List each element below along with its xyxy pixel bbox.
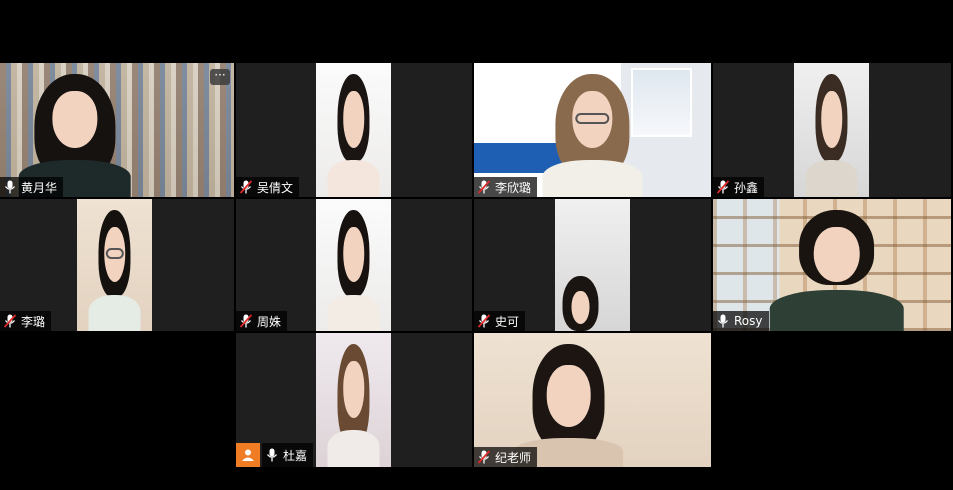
microphone-muted-icon xyxy=(478,450,490,464)
microphone-icon xyxy=(266,448,278,462)
microphone-muted-icon xyxy=(717,180,729,194)
participant-figure xyxy=(88,209,141,331)
participant-tile-9[interactable]: 杜嘉 xyxy=(236,333,472,467)
participant-name: 杜嘉 xyxy=(283,448,308,463)
participant-tile-1[interactable]: ··· 黄月华 xyxy=(0,63,234,197)
participant-figure xyxy=(327,73,380,197)
participant-figure xyxy=(770,209,904,331)
participant-name-tag: 周姝 xyxy=(236,311,288,331)
participant-tile-7[interactable]: 史可 xyxy=(474,199,711,331)
microphone-muted-icon xyxy=(478,314,490,328)
participant-name-tag: 史可 xyxy=(474,311,526,331)
participant-tile-5[interactable]: 李璐 xyxy=(0,199,234,331)
participant-figure xyxy=(327,209,380,331)
participant-video xyxy=(555,199,630,331)
participant-video xyxy=(316,63,391,197)
participant-video xyxy=(77,199,152,331)
participant-name: 吴倩文 xyxy=(257,180,294,195)
participant-tile-6[interactable]: 周姝 xyxy=(236,199,472,331)
microphone-muted-icon xyxy=(4,314,16,328)
participant-name-tag: 杜嘉 xyxy=(262,443,314,467)
user-avatar-icon xyxy=(236,443,260,467)
participant-name: 李欣璐 xyxy=(495,180,532,195)
participant-tile-3[interactable]: 李欣璐 xyxy=(474,63,711,197)
participant-figure xyxy=(805,73,858,197)
participant-name: Rosy xyxy=(734,314,763,328)
participant-figure xyxy=(558,275,603,331)
participant-figure xyxy=(327,343,380,467)
microphone-muted-icon xyxy=(478,180,490,194)
participant-name-tag: 孙鑫 xyxy=(713,177,765,197)
participant-tile-4[interactable]: 孙鑫 xyxy=(713,63,951,197)
participant-name: 周姝 xyxy=(257,314,282,329)
participant-name-tag: 李欣璐 xyxy=(474,177,538,197)
participant-tile-8[interactable]: Rosy xyxy=(713,199,951,331)
participant-name-tag: 李璐 xyxy=(0,311,52,331)
participant-name: 黄月华 xyxy=(21,180,58,195)
participant-tile-10[interactable]: 纪老师 xyxy=(474,333,711,467)
microphone-icon xyxy=(717,314,729,328)
participant-name: 史可 xyxy=(495,314,520,329)
participant-name: 李璐 xyxy=(21,314,46,329)
participant-name: 孙鑫 xyxy=(734,180,759,195)
ellipsis-icon: ··· xyxy=(214,68,226,82)
participant-name-tag: 黄月华 xyxy=(0,177,64,197)
participant-video xyxy=(316,333,391,467)
participant-name-tag: 纪老师 xyxy=(474,447,538,467)
participant-name-tag: 吴倩文 xyxy=(236,177,300,197)
more-options-button[interactable]: ··· xyxy=(210,69,230,85)
microphone-icon xyxy=(4,180,16,194)
participant-video xyxy=(794,63,869,197)
participant-name-tag: Rosy xyxy=(713,311,769,331)
participant-tile-2[interactable]: 吴倩文 xyxy=(236,63,472,197)
microphone-muted-icon xyxy=(240,314,252,328)
participant-figure xyxy=(542,73,643,197)
participant-video xyxy=(316,199,391,331)
microphone-muted-icon xyxy=(240,180,252,194)
participant-name: 纪老师 xyxy=(495,450,532,465)
